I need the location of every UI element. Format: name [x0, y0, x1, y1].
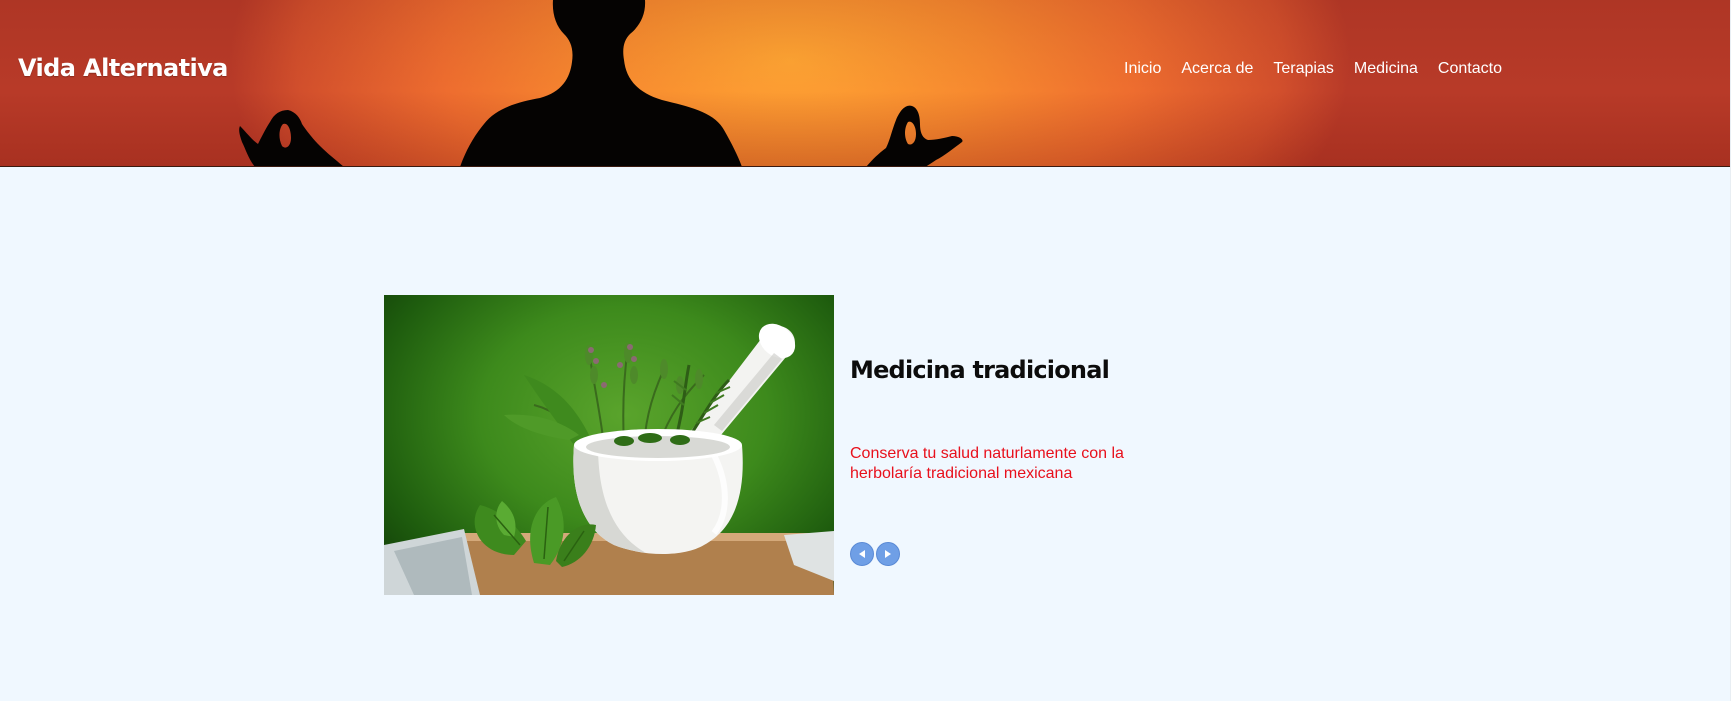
site-logo-text[interactable]: Vida Alternativa [18, 54, 228, 82]
slider-prev-button[interactable] [850, 542, 874, 566]
herbs-mortar-illustration [384, 323, 834, 595]
site-header: Vida Alternativa Inicio Acerca de Terapi… [0, 0, 1730, 167]
hero-slider: Medicina tradicional Conserva tu salud n… [384, 295, 1184, 595]
nav-link-terapias[interactable]: Terapias [1273, 60, 1333, 78]
chevron-right-icon [885, 550, 891, 558]
meditation-silhouette-image [239, 0, 963, 166]
chevron-left-icon [859, 550, 865, 558]
herbs-mortar-image [384, 295, 834, 595]
slider-controls [850, 542, 900, 566]
slide-title: Medicina tradicional [850, 356, 1110, 384]
main-nav: Inicio Acerca de Terapias Medicina Conta… [1124, 60, 1522, 78]
nav-link-contacto[interactable]: Contacto [1438, 60, 1502, 78]
nav-link-medicina[interactable]: Medicina [1354, 60, 1418, 78]
slide-description: Conserva tu salud naturlamente con la he… [850, 445, 1124, 482]
nav-link-inicio[interactable]: Inicio [1124, 60, 1161, 78]
page: Vida Alternativa Inicio Acerca de Terapi… [0, 0, 1731, 701]
slider-next-button[interactable] [876, 542, 900, 566]
nav-link-acerca-de[interactable]: Acerca de [1181, 60, 1253, 78]
